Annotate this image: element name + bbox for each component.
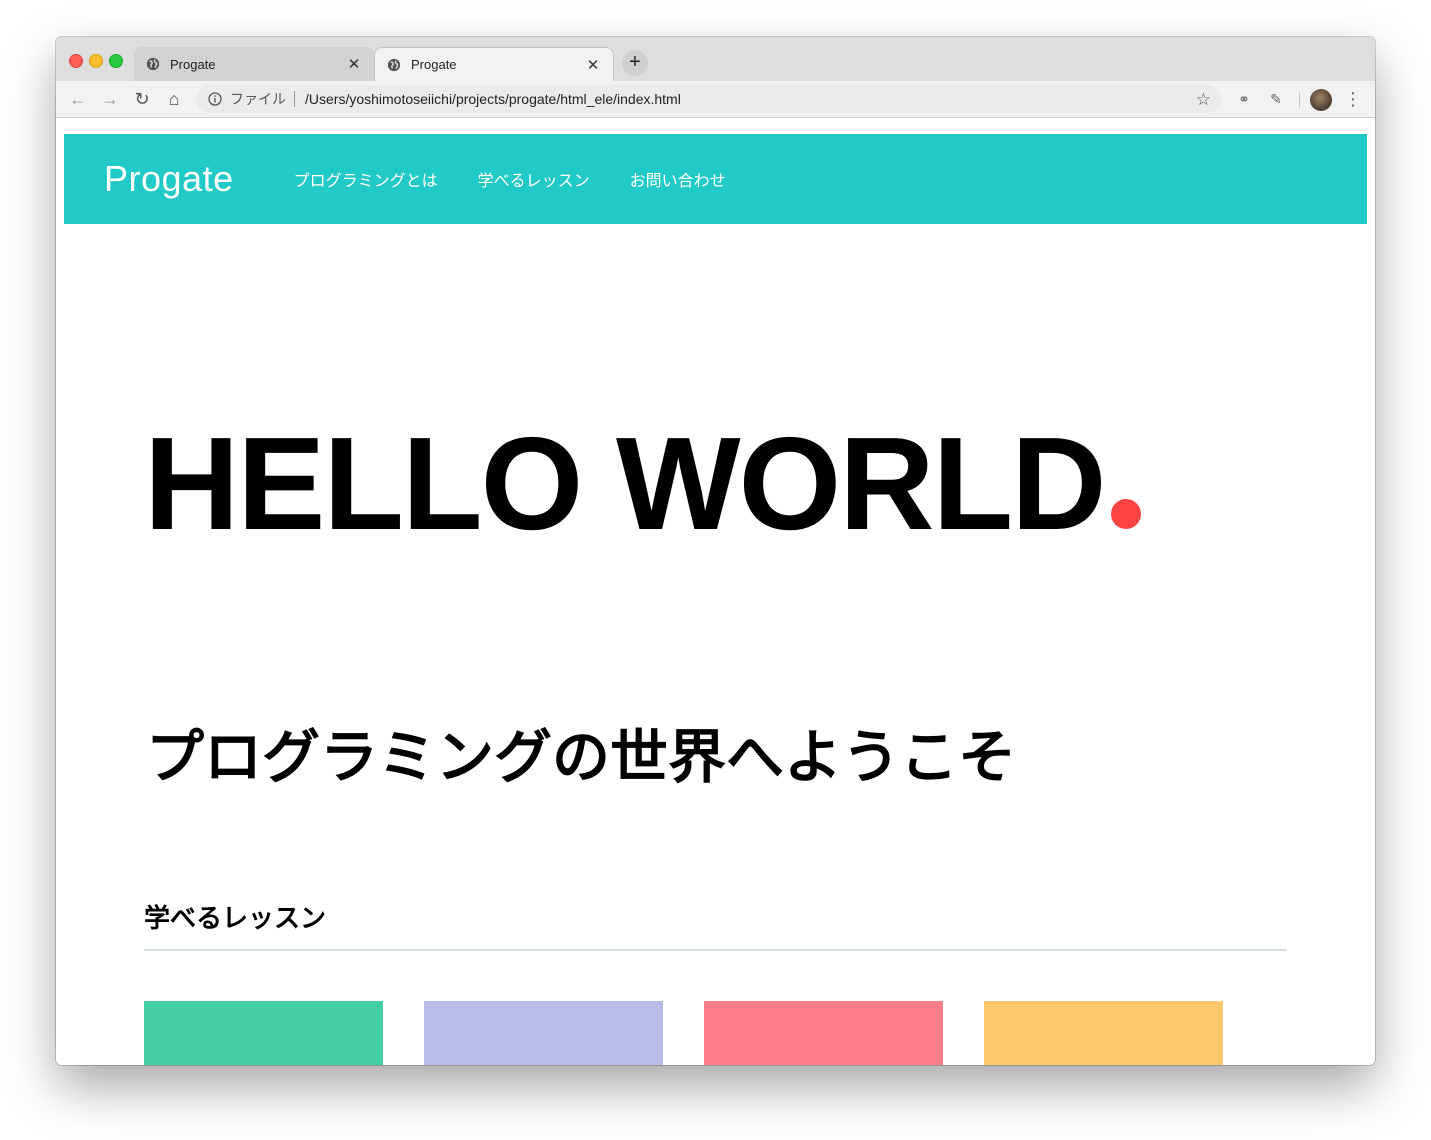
welcome-subtitle: プログラミングの世界へようこそ	[146, 725, 1017, 790]
address-bar[interactable]: ファイル /Users/yoshimotoseiichi/projects/pr…	[196, 85, 1221, 113]
bookmark-star-icon[interactable]: ☆	[1196, 90, 1211, 110]
nav-link-contact[interactable]: お問い合わせ	[630, 167, 726, 191]
back-arrow-icon[interactable]: ←	[68, 89, 88, 109]
lesson-card[interactable]	[424, 1001, 663, 1065]
lesson-card[interactable]	[144, 1001, 383, 1065]
home-icon[interactable]: ⌂	[164, 89, 184, 109]
browser-window: Progate ✕ Progate ✕ + ← → ↻ ⌂ ファイル /User	[56, 37, 1375, 1065]
lesson-card[interactable]	[704, 1001, 943, 1065]
url-scheme-label: ファイル	[230, 91, 286, 107]
tab-title: Progate	[170, 56, 216, 72]
accent-dot	[1110, 499, 1141, 529]
globe-icon	[387, 58, 401, 71]
menu-kebab-icon[interactable]: ⋮	[1341, 87, 1365, 111]
omnibox-divider	[294, 91, 295, 107]
hero-title: HELLO WORLD	[144, 418, 1141, 550]
tab-progate-2[interactable]: Progate ✕	[374, 47, 614, 81]
close-tab-icon[interactable]: ✕	[585, 56, 601, 74]
browser-toolbar: ← → ↻ ⌂ ファイル /Users/yoshimotoseiichi/pro…	[56, 81, 1375, 118]
info-icon[interactable]	[208, 92, 222, 106]
tab-title: Progate	[411, 57, 457, 72]
new-tab-button[interactable]: +	[622, 50, 648, 76]
url-text[interactable]: /Users/yoshimotoseiichi/projects/progate…	[305, 91, 681, 107]
section-divider	[144, 949, 1287, 951]
nav-link-lessons[interactable]: 学べるレッスン	[478, 167, 590, 191]
hero-title-text: HELLO WORLD	[144, 410, 1107, 557]
close-window-button[interactable]	[69, 54, 83, 68]
page-viewport: Progate プログラミングとは 学べるレッスン お問い合わせ HELLO W…	[56, 118, 1375, 1065]
close-tab-icon[interactable]: ✕	[346, 55, 362, 73]
site-nav: プログラミングとは 学べるレッスン お問い合わせ	[294, 167, 766, 191]
extension-icon[interactable]: ⚭	[1232, 87, 1256, 111]
nav-link-about-programming[interactable]: プログラミングとは	[294, 167, 438, 191]
profile-avatar[interactable]	[1310, 89, 1332, 111]
toolbar-divider	[1299, 92, 1300, 108]
lesson-card[interactable]	[984, 1001, 1223, 1065]
lessons-section-title: 学べるレッスン	[144, 903, 327, 933]
globe-icon	[146, 57, 160, 71]
eyedropper-extension-icon[interactable]: ✎	[1264, 87, 1288, 111]
site-logo[interactable]: Progate	[104, 158, 234, 200]
minimize-window-button[interactable]	[89, 54, 103, 68]
site-header: Progate プログラミングとは 学べるレッスン お問い合わせ	[64, 134, 1367, 224]
forward-arrow-icon[interactable]: →	[100, 89, 120, 109]
tab-progate-1[interactable]: Progate ✕	[134, 47, 374, 81]
zoom-window-button[interactable]	[109, 54, 123, 68]
tab-strip: Progate ✕ Progate ✕ +	[56, 37, 1375, 82]
reload-icon[interactable]: ↻	[132, 89, 152, 109]
